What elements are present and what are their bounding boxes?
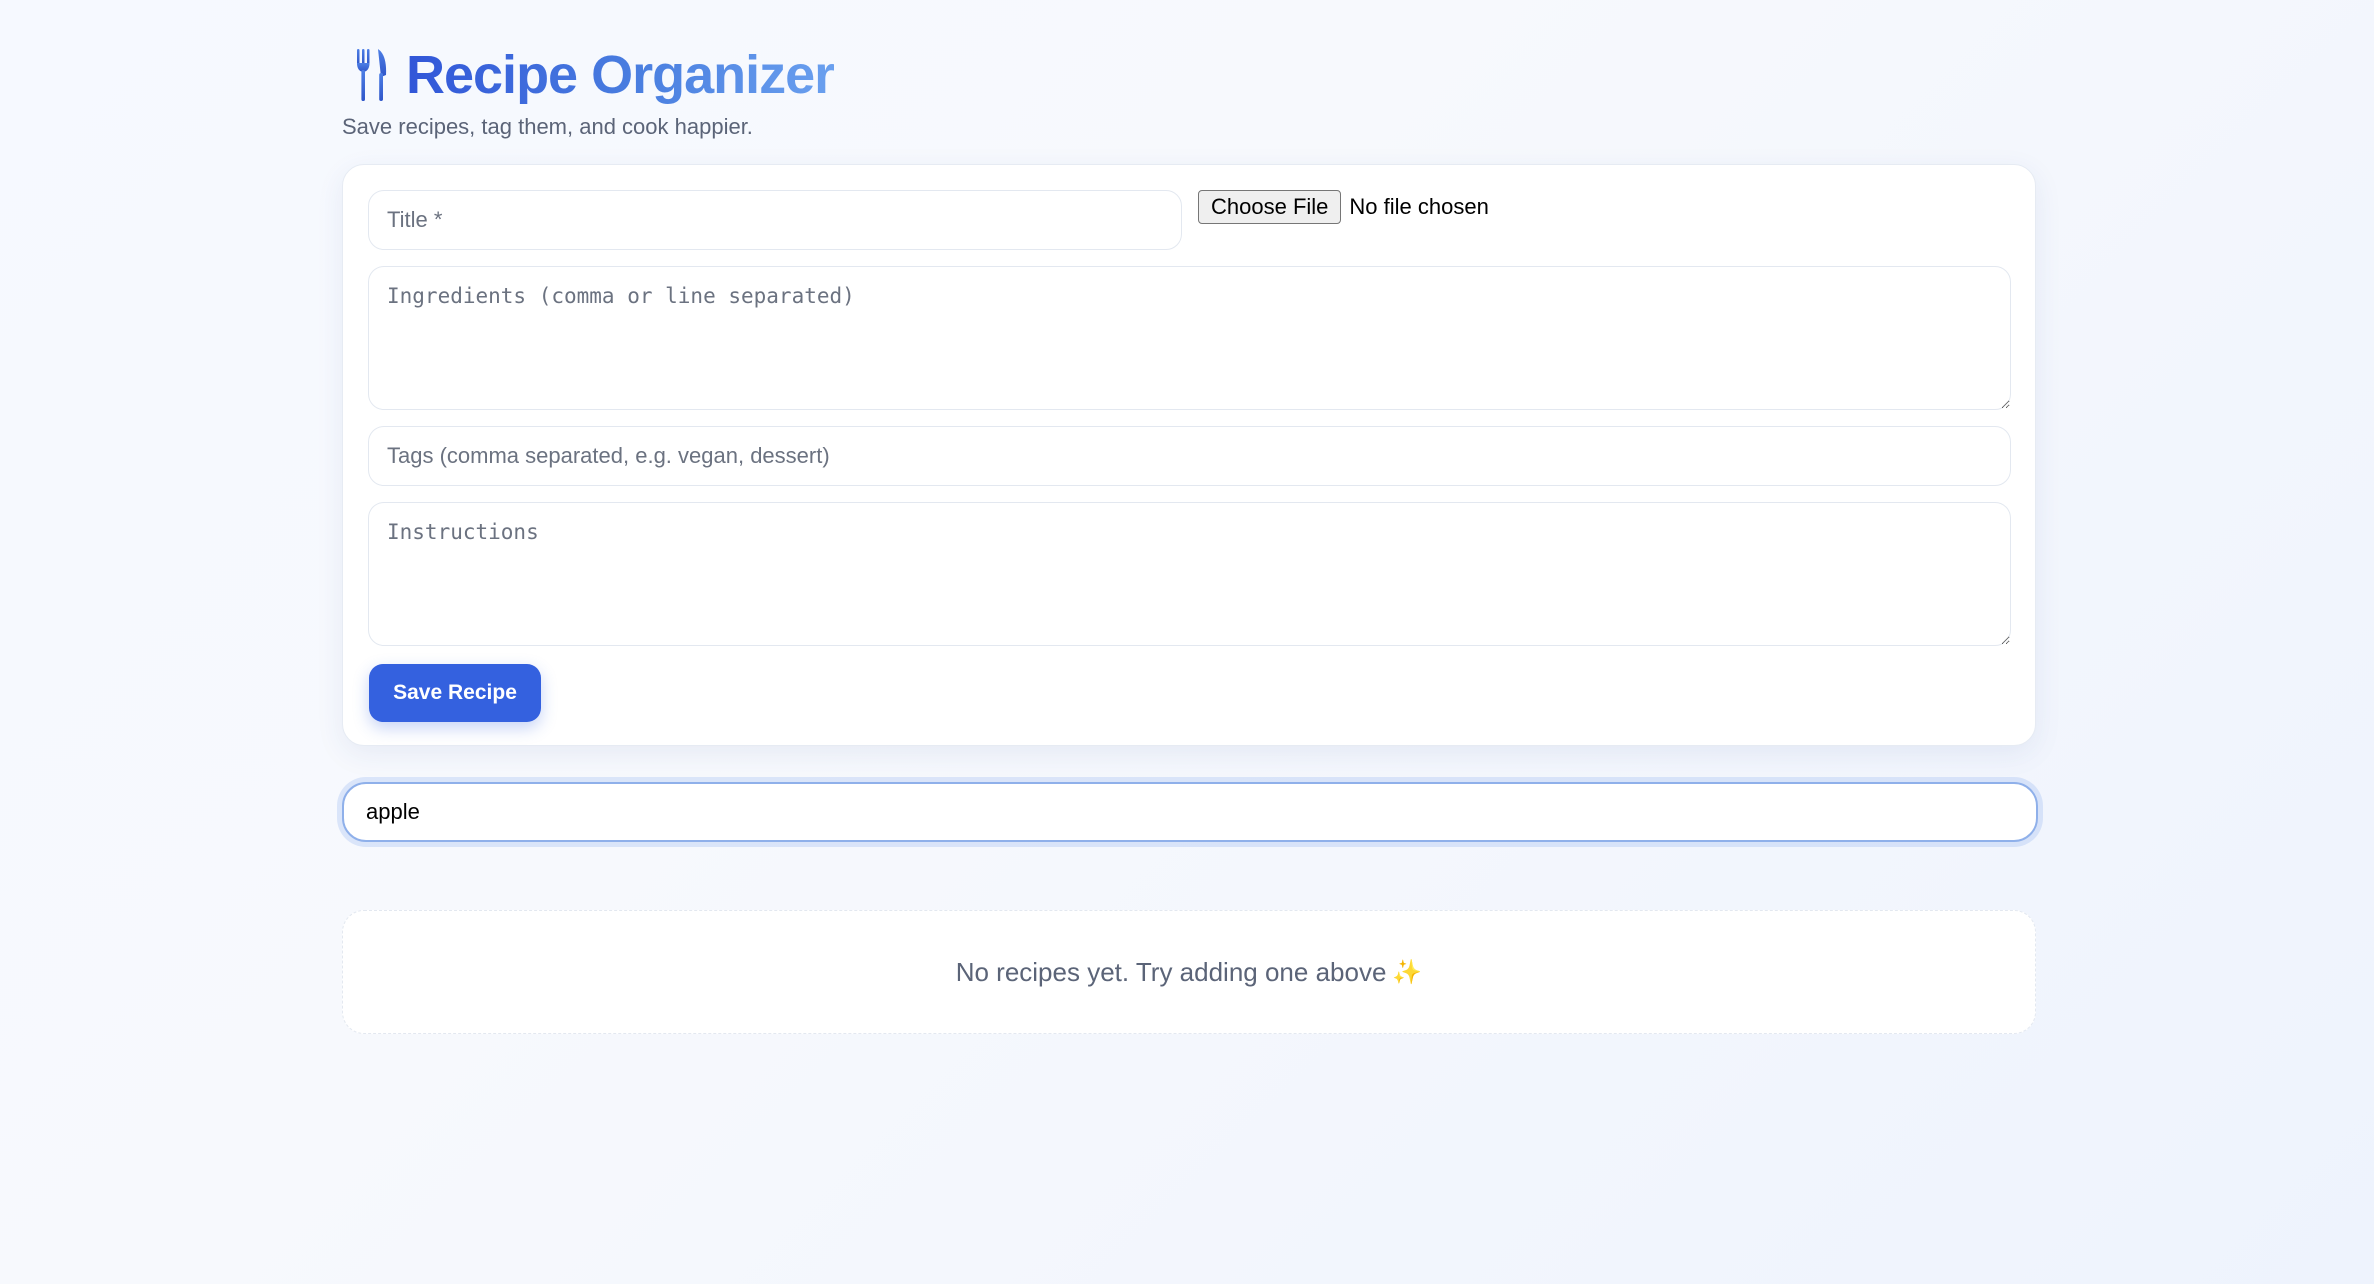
choose-file-button[interactable]: Choose File xyxy=(1198,190,1342,224)
fork-knife-icon xyxy=(357,49,387,101)
title-input[interactable] xyxy=(368,190,1182,250)
file-status-text: No file chosen xyxy=(1349,194,1489,219)
sparkles-icon: ✨ xyxy=(1392,958,1423,986)
app-subtitle: Save recipes, tag them, and cook happier… xyxy=(342,114,753,139)
tags-input[interactable] xyxy=(368,426,2011,486)
empty-state-panel: No recipes yet. Try adding one above ✨ xyxy=(342,910,2036,1034)
empty-state-message: No recipes yet. Try adding one above xyxy=(955,956,1387,987)
title-row: Recipe Organizer xyxy=(342,40,2038,110)
app-title: Recipe Organizer xyxy=(406,40,835,110)
instructions-textarea[interactable] xyxy=(368,502,2011,646)
ingredients-textarea[interactable] xyxy=(368,266,2011,410)
save-recipe-button[interactable]: Save Recipe xyxy=(369,664,541,722)
search-input[interactable] xyxy=(342,782,2038,842)
image-file-picker[interactable]: Choose File No file chosen xyxy=(1198,190,1489,224)
recipe-form-card: Choose File No file chosen Save Recipe xyxy=(342,164,2036,746)
page-header: Recipe Organizer Save recipes, tag them,… xyxy=(342,40,2038,142)
